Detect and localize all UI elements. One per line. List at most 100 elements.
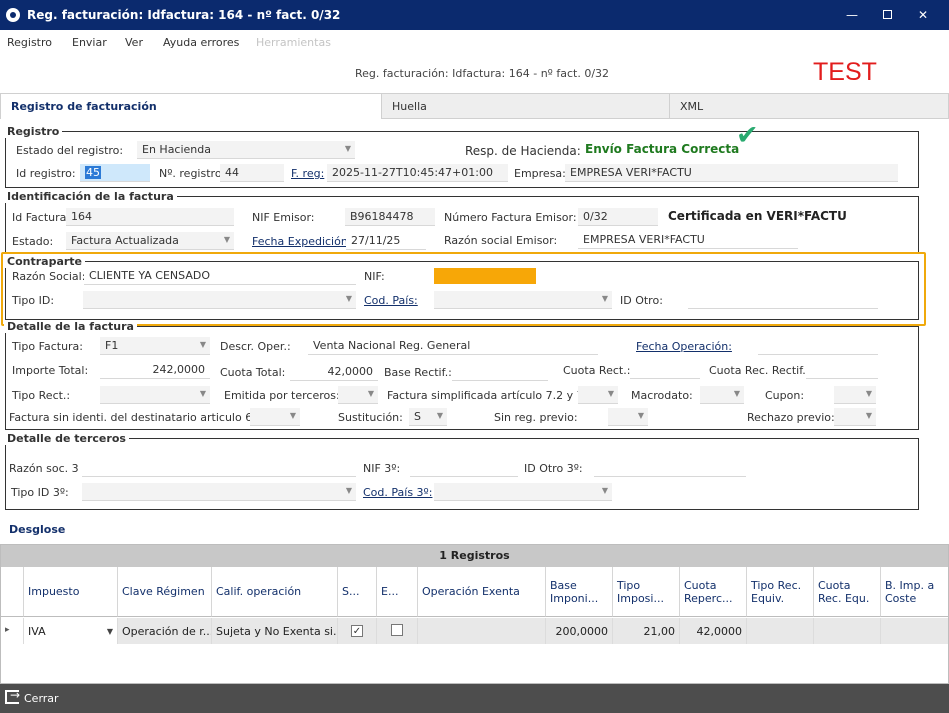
cell-operacion-exenta[interactable] — [418, 618, 546, 644]
cell-base-imponible[interactable]: 200,0000 — [546, 618, 613, 644]
tab-xml[interactable]: XML — [669, 93, 949, 119]
rechazo-previo-select[interactable]: ▼ — [834, 408, 876, 426]
menu-ayuda-errores[interactable]: Ayuda errores — [163, 36, 239, 49]
tipo-factura-select[interactable]: F1 ▼ — [100, 337, 210, 355]
cuota-total-field[interactable]: 42,0000 — [290, 363, 378, 381]
id-factura-field[interactable]: 164 — [66, 208, 234, 226]
close-window-button[interactable]: ✕ — [913, 6, 933, 24]
tipo-rect-label: Tipo Rect.: — [12, 389, 71, 402]
menu-ver[interactable]: Ver — [125, 36, 143, 49]
menu-enviar[interactable]: Enviar — [72, 36, 107, 49]
base-rectif-field[interactable] — [452, 363, 548, 381]
col-calif-operacion[interactable]: Calif. operación — [212, 567, 338, 617]
tipo-id-3-select[interactable]: ▼ — [82, 483, 356, 501]
tipo-rect-select[interactable]: ▼ — [100, 386, 210, 404]
num-factura-emisor-field[interactable]: 0/32 — [578, 208, 658, 226]
sin-identificacion-select[interactable]: ▼ — [250, 408, 300, 426]
menu-registro[interactable]: Registro — [7, 36, 52, 49]
emitida-terceros-label: Emitida por terceros: — [224, 389, 340, 402]
fecha-expedicion-link[interactable]: Fecha Expedición — [252, 235, 348, 248]
sustitucion-value: S — [414, 410, 421, 423]
col-clave-regimen[interactable]: Clave Régimen — [118, 567, 212, 617]
maximize-button[interactable] — [877, 6, 897, 24]
cell-tipo-impositivo[interactable]: 21,00 — [613, 618, 680, 644]
cell-impuesto[interactable]: IVA ▼ — [24, 618, 118, 644]
cell-sujeta[interactable]: ✓ — [338, 618, 377, 644]
razon-soc-3-field[interactable] — [82, 459, 356, 477]
chevron-down-icon: ▼ — [199, 340, 206, 349]
col-operacion-exenta[interactable]: Operación Exenta — [418, 567, 546, 617]
col-b-imp-coste[interactable]: B. Imp. a Coste — [881, 567, 948, 617]
cuota-rec-rectif-field[interactable] — [806, 361, 878, 379]
desglose-grid: 1 Registros Impuesto Clave Régimen Calif… — [0, 544, 949, 684]
razon-emisor-label: Razón social Emisor: — [444, 234, 558, 247]
minimize-button[interactable]: — — [842, 6, 862, 24]
sin-identificacion-label: Factura sin identi. del destinatario art… — [9, 411, 263, 424]
cell-cuota-rec-equ[interactable] — [814, 618, 881, 644]
fecha-registro-link[interactable]: F. reg: — [291, 167, 324, 180]
estado-registro-select[interactable]: En Hacienda ▼ — [137, 141, 355, 159]
tab-huella[interactable]: Huella — [381, 93, 670, 119]
id-otro-3-field[interactable] — [594, 459, 746, 477]
menu-bar: Registro Enviar Ver Ayuda errores Herram… — [0, 30, 949, 54]
window-title: Reg. facturación: Idfactura: 164 - nº fa… — [27, 8, 341, 22]
exenta-checkbox[interactable] — [391, 624, 403, 636]
window-titlebar: Reg. facturación: Idfactura: 164 - nº fa… — [0, 0, 949, 30]
footer-bar: Cerrar — [0, 684, 949, 713]
col-tipo-impositivo[interactable]: Tipo Imposi... — [613, 567, 680, 617]
nif-emisor-field[interactable]: B96184478 — [345, 208, 435, 226]
cod-pais-3-select[interactable]: ▼ — [434, 483, 612, 501]
cod-pais-3-link[interactable]: Cod. País 3º: — [363, 486, 432, 499]
fecha-operacion-field[interactable] — [758, 337, 878, 355]
sin-reg-previo-select[interactable]: ▼ — [608, 408, 648, 426]
factura-simplificada-select[interactable]: ▼ — [578, 386, 618, 404]
col-base-imponible[interactable]: Base Imponi... — [546, 567, 613, 617]
chevron-down-icon: ▼ — [199, 389, 206, 398]
macrodato-select[interactable]: ▼ — [700, 386, 744, 404]
estado-factura-select[interactable]: Factura Actualizada ▼ — [66, 232, 234, 250]
detalle-factura-legend: Detalle de la factura — [4, 320, 137, 333]
cupon-select[interactable]: ▼ — [834, 386, 876, 404]
cuota-rect-field[interactable] — [630, 361, 700, 379]
cell-cuota-repercutida[interactable]: 42,0000 — [680, 618, 747, 644]
descr-oper-field[interactable]: Venta Nacional Reg. General — [308, 337, 598, 355]
num-registro-field[interactable]: 44 — [220, 164, 284, 182]
form-subtitle: Reg. facturación: Idfactura: 164 - nº fa… — [355, 67, 610, 80]
cell-tipo-rec-equiv[interactable] — [747, 618, 814, 644]
razon-emisor-field[interactable]: EMPRESA VERI*FACTU — [578, 231, 798, 249]
col-tipo-rec-equiv[interactable]: Tipo Rec. Equiv. — [747, 567, 814, 617]
resp-hacienda-label: Resp. de Hacienda: — [465, 144, 581, 158]
chevron-down-icon: ▼ — [106, 627, 113, 636]
app-logo-icon — [6, 8, 20, 22]
cell-b-imp-coste[interactable] — [881, 618, 948, 644]
grid-record-count: 1 Registros — [1, 545, 948, 567]
fecha-expedicion-field[interactable]: 27/11/25 — [346, 232, 426, 250]
empresa-field[interactable]: EMPRESA VERI*FACTU — [565, 164, 898, 182]
cell-clave-regimen[interactable]: Operación de r... — [118, 618, 212, 644]
tipo-factura-value: F1 — [105, 339, 119, 352]
id-registro-field[interactable]: 45 — [80, 164, 150, 182]
tab-registro-facturacion[interactable]: Registro de facturación — [0, 93, 382, 119]
col-impuesto[interactable]: Impuesto — [24, 567, 118, 617]
estado-factura-value: Factura Actualizada — [71, 234, 179, 247]
sustitucion-select[interactable]: S ▼ — [409, 408, 447, 426]
chevron-down-icon: ▼ — [223, 235, 230, 244]
importe-total-field[interactable]: 242,0000 — [100, 361, 210, 379]
col-sujeta[interactable]: S... — [338, 567, 377, 617]
chevron-down-icon: ▼ — [865, 389, 872, 398]
cell-calif-operacion[interactable]: Sujeta y No Exenta si... — [212, 618, 338, 644]
cerrar-button[interactable]: Cerrar — [24, 692, 59, 705]
nif-3-label: NIF 3º: — [363, 462, 401, 475]
sujeta-checkbox[interactable]: ✓ — [351, 625, 363, 637]
col-exenta[interactable]: E... — [377, 567, 418, 617]
fecha-operacion-link[interactable]: Fecha Operación: — [636, 340, 732, 353]
desglose-title: Desglose — [9, 523, 66, 536]
emitida-terceros-select[interactable]: ▼ — [338, 386, 378, 404]
factura-simplificada-label: Factura simplificada artículo 7.2 y 7. — [387, 389, 588, 402]
menu-herramientas[interactable]: Herramientas — [256, 36, 331, 49]
nif-3-field[interactable] — [410, 459, 518, 477]
col-cuota-rec-equ[interactable]: Cuota Rec. Equ. — [814, 567, 881, 617]
col-cuota-repercutida[interactable]: Cuota Reperc... — [680, 567, 747, 617]
fecha-registro-field[interactable]: 2025-11-27T10:45:47+01:00 — [327, 164, 508, 182]
cell-exenta[interactable] — [377, 618, 418, 644]
